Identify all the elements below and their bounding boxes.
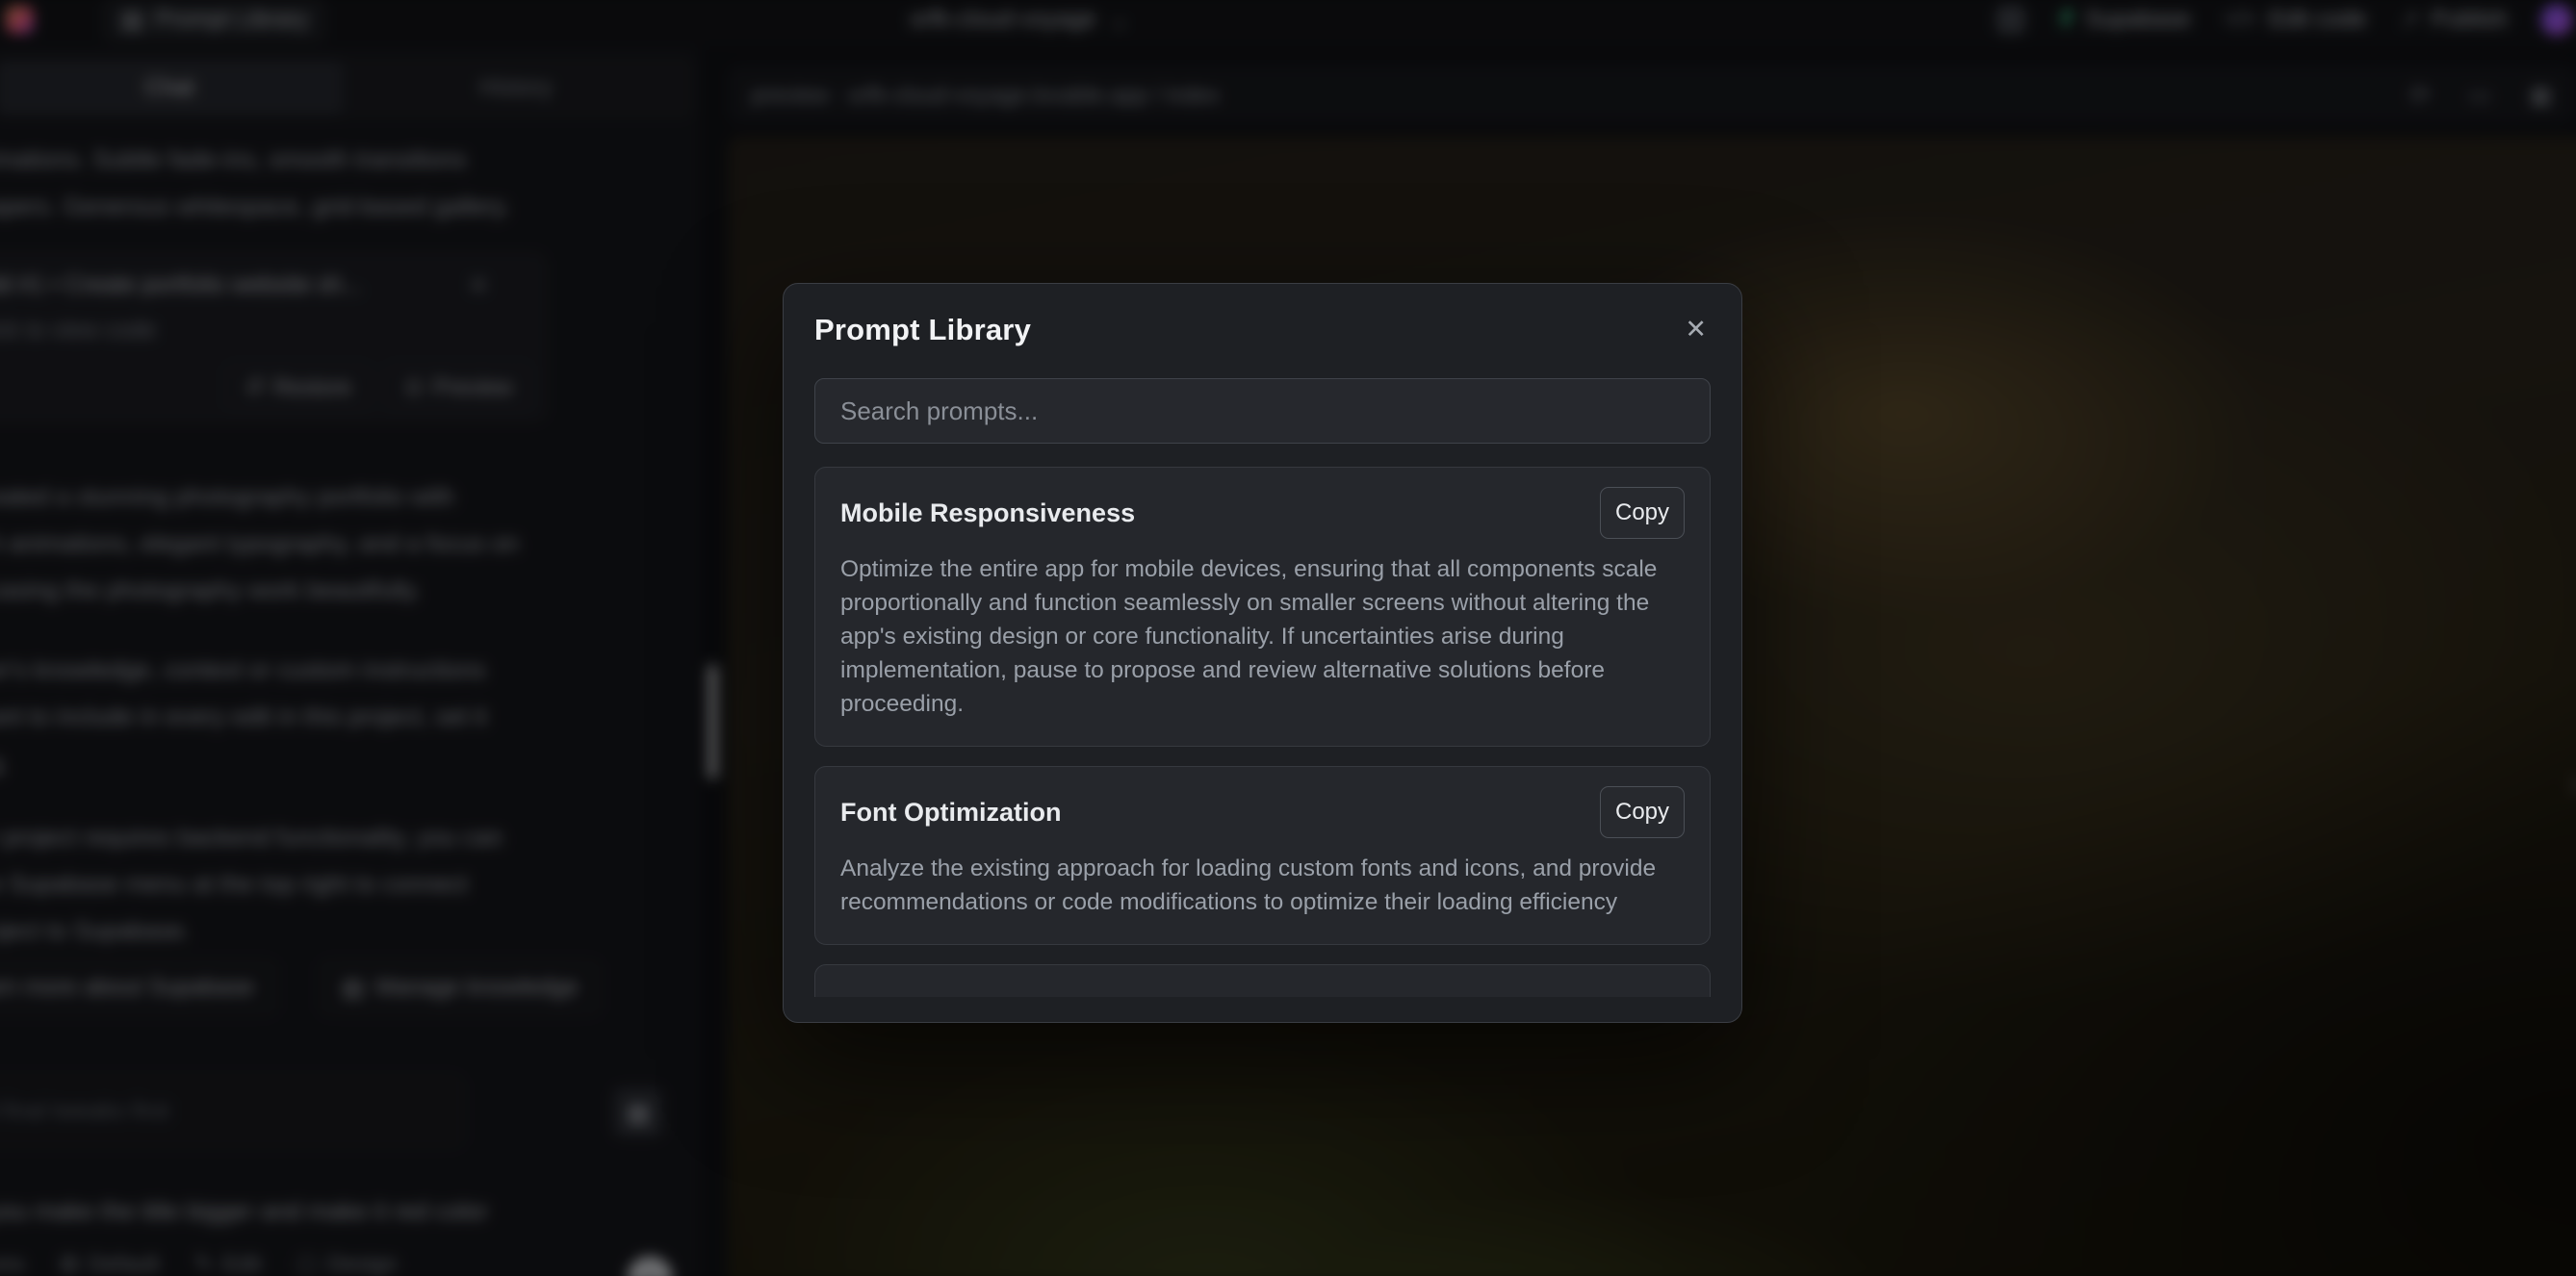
- prompt-library-modal: Prompt Library ✕ Mobile Responsiveness C…: [783, 283, 1742, 1023]
- search-input[interactable]: [814, 378, 1711, 444]
- modal-title: Prompt Library: [814, 313, 1031, 347]
- prompt-body: Optimize the entire app for mobile devic…: [840, 552, 1685, 721]
- prompt-list[interactable]: Mobile Responsiveness Copy Optimize the …: [814, 467, 1711, 997]
- prompt-title: Font Optimization: [840, 798, 1061, 828]
- prompt-card-partial[interactable]: [814, 964, 1711, 997]
- prompt-body: Analyze the existing approach for loadin…: [840, 852, 1685, 919]
- screen: ▤ Prompt Library orfk-cloud-voyage ⌄ Sup…: [0, 0, 2576, 1276]
- close-icon[interactable]: ✕: [1685, 317, 1707, 343]
- prompt-card-mobile-responsiveness: Mobile Responsiveness Copy Optimize the …: [814, 467, 1711, 747]
- prompt-title: Mobile Responsiveness: [840, 498, 1135, 528]
- prompt-card-font-optimization: Font Optimization Copy Analyze the exist…: [814, 766, 1711, 945]
- modal-header: Prompt Library ✕: [814, 313, 1711, 347]
- copy-button[interactable]: Copy: [1600, 487, 1685, 539]
- copy-button[interactable]: Copy: [1600, 786, 1685, 838]
